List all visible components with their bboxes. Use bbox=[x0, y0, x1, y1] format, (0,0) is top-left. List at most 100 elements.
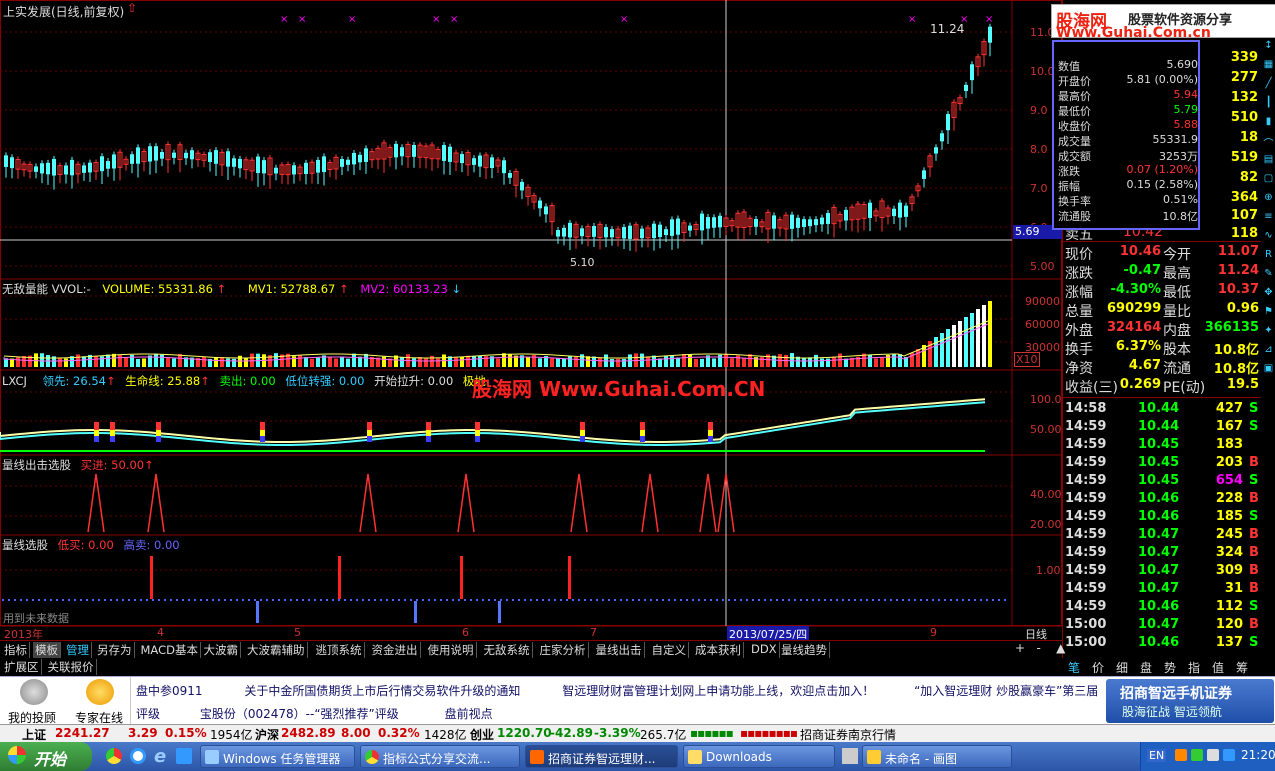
formula-tab[interactable]: 自定义 bbox=[650, 642, 689, 658]
formula-tab[interactable]: 大波霸 bbox=[202, 642, 241, 658]
side-tab[interactable]: 值 bbox=[1212, 659, 1224, 676]
extension-tab[interactable]: 关联报价 bbox=[46, 659, 97, 675]
chart-area[interactable]: ××××××××× 11.010.09.08.07.06.05.00 上实发展(… bbox=[0, 0, 1063, 642]
formula-tab[interactable]: 无敌系统 bbox=[482, 642, 533, 658]
formula-tab[interactable]: 使用说明 bbox=[426, 642, 477, 658]
news-link[interactable]: 关于中金所国债期货上市后行情交易软件升级的通知 bbox=[244, 684, 520, 698]
candle-body bbox=[106, 161, 110, 169]
desktop-icon[interactable] bbox=[176, 748, 192, 764]
formula-tab[interactable]: 指标 bbox=[2, 642, 30, 658]
task-item[interactable]: Downloads bbox=[683, 745, 835, 768]
volume-bar bbox=[502, 353, 506, 367]
side-tab[interactable]: 细 bbox=[1116, 659, 1128, 676]
tick-side: B bbox=[1249, 455, 1259, 470]
baseline-dot bbox=[452, 599, 454, 601]
baseline-dot bbox=[344, 599, 346, 601]
side-tab[interactable]: 指 bbox=[1188, 659, 1200, 676]
task-item[interactable]: 招商证券智远理财... bbox=[525, 745, 678, 768]
candle-body bbox=[508, 172, 512, 178]
rsi-icon[interactable]: R bbox=[1262, 249, 1275, 266]
baseline-dot bbox=[2, 599, 4, 601]
bar-icon[interactable]: ▮ bbox=[1262, 116, 1275, 133]
candle-body bbox=[814, 219, 818, 226]
network-icon[interactable] bbox=[1207, 749, 1219, 761]
side-tab[interactable]: 盘 bbox=[1140, 659, 1152, 676]
news-link[interactable]: 宝股份（002478）--“强烈推荐”评级 bbox=[200, 707, 399, 721]
list-icon[interactable]: ≡ bbox=[1262, 211, 1275, 228]
ie-icon[interactable]: e bbox=[154, 746, 166, 767]
breadth-bar-red: ▪▪▪▪▪▪▪▪ bbox=[740, 726, 798, 740]
task-item[interactable]: 指标公式分享交流... bbox=[360, 745, 520, 768]
formula-tab[interactable]: 资金进出 bbox=[370, 642, 421, 658]
tab-scroll-controls[interactable]: + - ▲ bbox=[1015, 641, 1065, 655]
volume-axis: 90000 60000 30000 bbox=[1025, 290, 1060, 359]
zoom-icon[interactable]: ⊕ bbox=[1262, 192, 1275, 209]
formula-tab[interactable]: 另存为 bbox=[95, 642, 135, 658]
volume-icon[interactable] bbox=[1223, 749, 1235, 761]
windows-logo-icon bbox=[8, 746, 26, 764]
news-link[interactable]: 盘前视点 bbox=[445, 707, 493, 721]
side-tab[interactable]: 势 bbox=[1164, 659, 1176, 676]
formula-tab[interactable]: 成本获利 bbox=[693, 642, 744, 658]
formula-tab[interactable]: 量线趋势 bbox=[779, 642, 830, 658]
lock-icon[interactable]: ▣ bbox=[1262, 363, 1275, 380]
side-tab[interactable]: 笔 bbox=[1068, 659, 1080, 676]
tick-row: 14:59 10.47 324 B bbox=[1063, 545, 1261, 563]
wave-icon[interactable]: ∿ bbox=[1262, 230, 1275, 247]
task-item[interactable]: Windows 任务管理器 bbox=[200, 745, 355, 768]
news-link[interactable]: “加入智远理财 炒股赢豪车”第三届 bbox=[914, 684, 1098, 698]
site-banner[interactable]: 股海网 股票软件资源分享 Www.Guhai.Com.cn bbox=[1051, 4, 1275, 41]
formula-tab[interactable]: 大波霸辅助 bbox=[245, 642, 308, 658]
start-button[interactable]: 开始 bbox=[0, 742, 92, 771]
formula-tab[interactable]: 量线出击 bbox=[594, 642, 645, 658]
grid-icon[interactable]: ▤ bbox=[1262, 154, 1275, 171]
volume-bar bbox=[100, 356, 104, 367]
news-link[interactable]: 盘中参0911 bbox=[136, 684, 203, 698]
move-icon[interactable]: ✥ bbox=[1262, 287, 1275, 304]
advisor-icon[interactable] bbox=[20, 679, 48, 705]
formula-tab[interactable]: 庄家分析 bbox=[538, 642, 589, 658]
news-link[interactable]: 智远理财财富管理计划网上申请功能上线，欢迎点击加入！ bbox=[562, 684, 874, 698]
baseline-dot bbox=[476, 599, 478, 601]
side-tab[interactable]: 筹 bbox=[1236, 659, 1248, 676]
line-icon[interactable]: ╱ bbox=[1262, 78, 1275, 95]
formula-tab[interactable]: DDX bbox=[749, 642, 780, 658]
tray-icon[interactable] bbox=[1191, 749, 1203, 761]
box-icon[interactable]: ▢ bbox=[1262, 173, 1275, 190]
trend-icon[interactable]: ⌒ bbox=[1262, 135, 1275, 152]
qq-icon[interactable] bbox=[130, 748, 146, 764]
arrow-icon[interactable]: ↕ bbox=[1262, 40, 1275, 57]
measure-icon[interactable]: ⊿ bbox=[1262, 344, 1275, 361]
volume-bar bbox=[958, 321, 962, 367]
order-volume: 519 bbox=[1230, 150, 1258, 165]
star-icon[interactable]: ✦ bbox=[1262, 325, 1275, 342]
language-indicator[interactable]: EN bbox=[1147, 749, 1167, 762]
mobile-ad[interactable]: 招商智远手机证券 股海征战 智远领航 bbox=[1106, 679, 1274, 723]
chart-icon[interactable]: ▦ bbox=[1262, 59, 1275, 76]
quote-value: 324164 bbox=[1107, 320, 1162, 335]
volume-bar bbox=[568, 356, 572, 367]
signal-bar bbox=[156, 436, 161, 442]
tray-icon[interactable] bbox=[1175, 749, 1187, 761]
tick-time: 14:59 bbox=[1065, 491, 1107, 506]
baseline-dot bbox=[824, 599, 826, 601]
formula-tab[interactable]: 逃顶系统 bbox=[314, 642, 365, 658]
baseline-dot bbox=[578, 599, 580, 601]
task-item[interactable]: 未命名 - 画图 bbox=[862, 745, 1012, 768]
formula-tab[interactable]: MACD基本 bbox=[139, 642, 201, 658]
candle-body bbox=[604, 227, 608, 238]
side-tab[interactable]: 价 bbox=[1092, 659, 1104, 676]
extension-tabs: 扩展区 关联报价 bbox=[0, 658, 1062, 676]
expert-icon[interactable] bbox=[86, 679, 114, 705]
flag-icon[interactable]: ⚑ bbox=[1262, 306, 1275, 323]
chrome-icon[interactable] bbox=[106, 748, 122, 764]
formula-tab[interactable]: 模板 bbox=[33, 642, 61, 658]
candle-icon[interactable]: ┃ bbox=[1262, 97, 1275, 114]
app-icon[interactable] bbox=[842, 748, 858, 764]
baseline-dot bbox=[362, 599, 364, 601]
qxxg-axis: 1.00 bbox=[1036, 564, 1061, 577]
pen-icon[interactable]: ✎ bbox=[1262, 268, 1275, 285]
extension-tab[interactable]: 扩展区 bbox=[2, 659, 42, 675]
news-link[interactable]: 评级 bbox=[136, 707, 160, 721]
formula-tab[interactable]: 管理 bbox=[64, 642, 92, 658]
